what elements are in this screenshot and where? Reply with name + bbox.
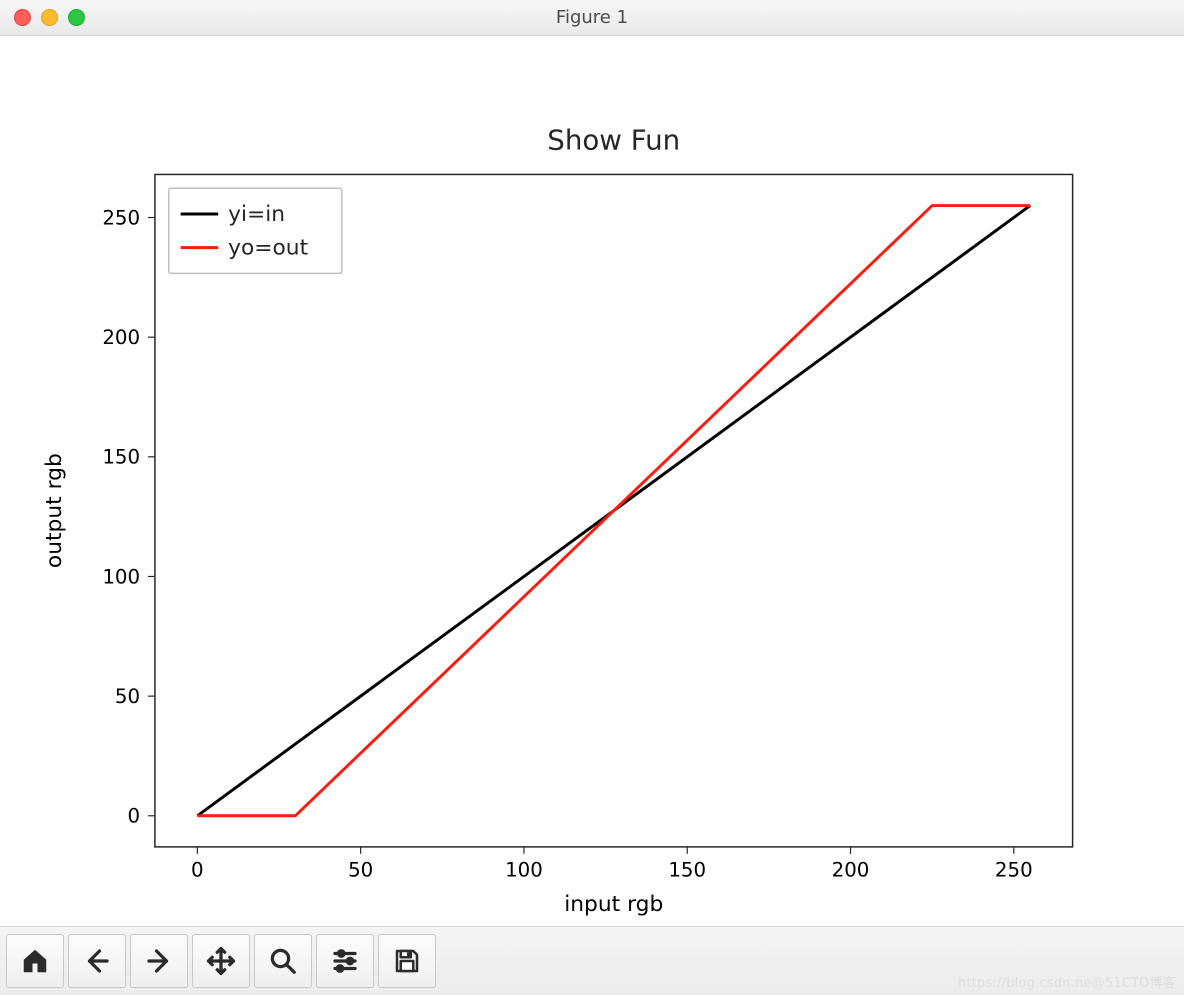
y-tick-label: 250 [102,206,140,229]
titlebar: Figure 1 [0,0,1184,36]
magnifier-icon [268,946,298,976]
y-tick-label: 50 [115,685,140,708]
zoom-icon[interactable] [68,9,85,26]
window-title: Figure 1 [0,7,1184,28]
floppy-disk-icon [392,946,422,976]
x-tick-label: 50 [348,859,373,882]
forward-button[interactable] [130,934,188,988]
legend: yi=in yo=out [169,188,342,273]
pan-button[interactable] [192,934,250,988]
sliders-icon [330,946,360,976]
x-tick-label: 150 [668,859,706,882]
zoom-button[interactable] [254,934,312,988]
watermark: https://blog.csdn.ne@51CTO博客 [958,972,1176,991]
arrow-left-icon [82,946,112,976]
legend-label: yi=in [228,202,285,227]
chart: 0 50 100 150 200 250 0 50 100 150 200 250 input rgb o… [0,36,1184,926]
y-tick-label: 100 [102,565,140,588]
window-controls [14,9,85,26]
x-axis-label: input rgb [564,892,663,917]
home-button[interactable] [6,934,64,988]
back-button[interactable] [68,934,126,988]
home-icon [20,946,50,976]
y-tick-label: 200 [102,326,140,349]
arrow-right-icon [144,946,174,976]
figure-window: Figure 1 0 50 100 150 200 250 0 50 100 150 200 250 i… [0,0,1184,995]
minimize-icon[interactable] [41,9,58,26]
y-tick-label: 0 [127,805,140,828]
figure-canvas: 0 50 100 150 200 250 0 50 100 150 200 250 input rgb o… [0,36,1184,926]
y-tick-label: 150 [102,446,140,469]
close-icon[interactable] [14,9,31,26]
save-button[interactable] [378,934,436,988]
legend-label: yo=out [228,236,308,261]
x-tick-label: 0 [191,859,204,882]
chart-title: Show Fun [547,124,680,157]
configure-button[interactable] [316,934,374,988]
x-tick-label: 250 [995,859,1033,882]
nav-toolbar: https://blog.csdn.ne@51CTO博客 [0,926,1184,995]
x-tick-label: 200 [832,859,870,882]
x-tick-label: 100 [505,859,543,882]
move-icon [206,946,236,976]
axes: 0 50 100 150 200 250 0 50 100 150 200 250 input rgb o… [42,124,1073,917]
y-axis-label: output rgb [42,453,67,568]
